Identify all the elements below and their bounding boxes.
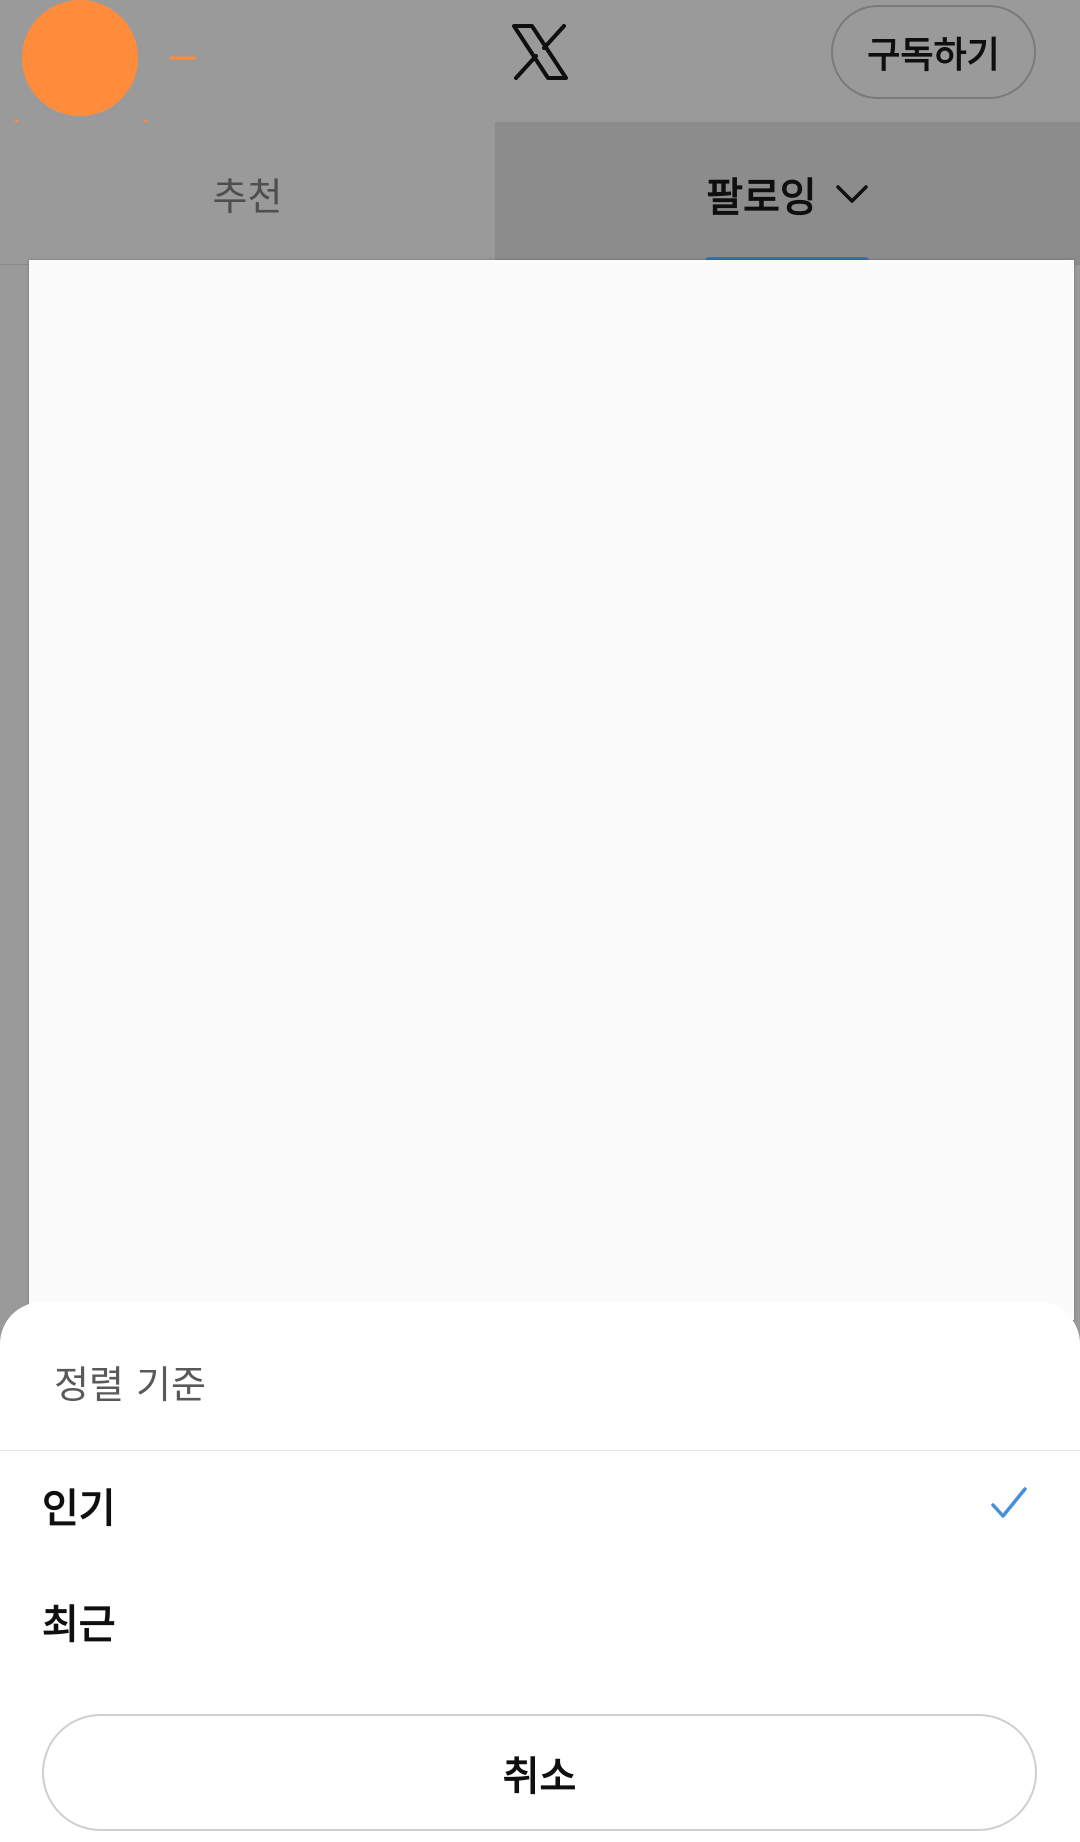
top-bar: 구독하기 bbox=[0, 0, 1080, 172]
subscribe-button[interactable]: 구독하기 bbox=[831, 5, 1036, 99]
sort-option-popular[interactable]: 인기 bbox=[0, 1450, 1080, 1560]
tab-following[interactable]: 팔로잉 bbox=[495, 122, 1080, 265]
check-icon bbox=[991, 1487, 1027, 1518]
tab-recommended[interactable]: 추천 bbox=[0, 122, 495, 265]
sheet-title: 정렬 기준 bbox=[54, 1363, 206, 1407]
sort-option-recent[interactable]: 최근 bbox=[0, 1566, 1080, 1676]
chevron-down-icon[interactable] bbox=[835, 184, 869, 204]
content-panel bbox=[29, 260, 1074, 1320]
screen: 구독하기 추천 팔로잉 정렬 기준 인기 최근 취소 bbox=[0, 0, 1080, 1842]
tab-following-label: 팔로잉 bbox=[706, 174, 817, 221]
x-logo-icon[interactable] bbox=[512, 24, 568, 80]
sort-option-popular-label: 인기 bbox=[42, 1486, 116, 1532]
feed-tabs: 추천 팔로잉 bbox=[0, 122, 1080, 265]
sort-option-recent-label: 최근 bbox=[42, 1602, 116, 1648]
tab-recommended-label: 추천 bbox=[212, 175, 283, 219]
cancel-button[interactable]: 취소 bbox=[42, 1714, 1037, 1831]
